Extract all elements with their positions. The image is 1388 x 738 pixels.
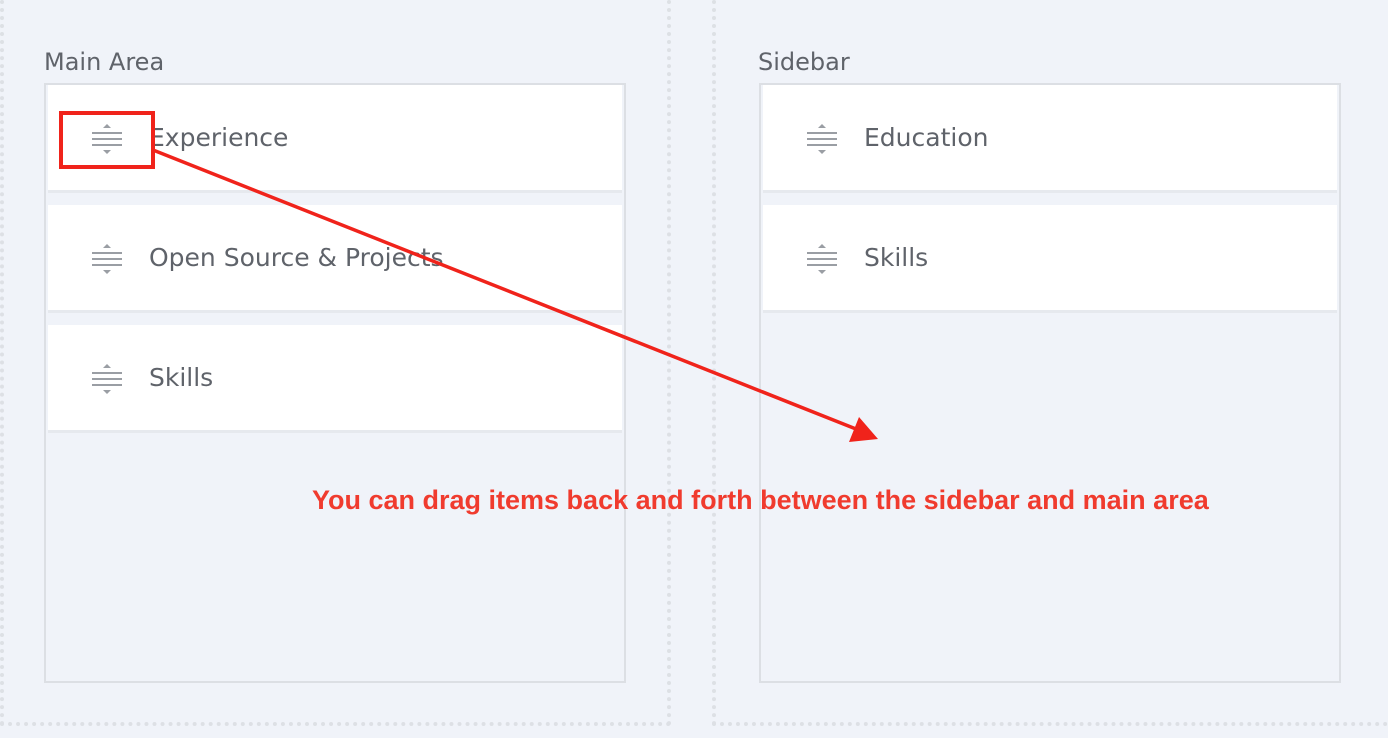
sidebar-title: Sidebar [758, 48, 850, 76]
drag-handle-icon[interactable] [92, 244, 122, 274]
list-item-skills[interactable]: Skills [48, 325, 622, 433]
drag-handle-icon[interactable] [807, 124, 837, 154]
main-area-panel: Main Area Experience Open Source & Proje… [0, 0, 671, 726]
list-item-skills[interactable]: Skills [763, 205, 1337, 313]
list-item-open-source-projects[interactable]: Open Source & Projects [48, 205, 622, 313]
drag-handle-icon[interactable] [92, 364, 122, 394]
list-item-education[interactable]: Education [763, 85, 1337, 193]
list-item-label: Skills [864, 243, 929, 272]
list-item-label: Education [864, 123, 989, 152]
sidebar-panel: Sidebar Education Skills [712, 0, 1388, 726]
main-area-title: Main Area [44, 48, 165, 76]
main-area-drop-zone[interactable]: Experience Open Source & Projects Skills [44, 83, 626, 683]
list-item-label: Open Source & Projects [149, 243, 444, 272]
list-item-experience[interactable]: Experience [48, 85, 622, 193]
drag-handle-icon[interactable] [807, 244, 837, 274]
sidebar-drop-zone[interactable]: Education Skills [759, 83, 1341, 683]
list-item-label: Skills [149, 363, 214, 392]
drag-handle-icon[interactable] [92, 124, 122, 154]
annotation-text: You can drag items back and forth betwee… [312, 485, 1209, 515]
list-item-label: Experience [149, 123, 289, 152]
